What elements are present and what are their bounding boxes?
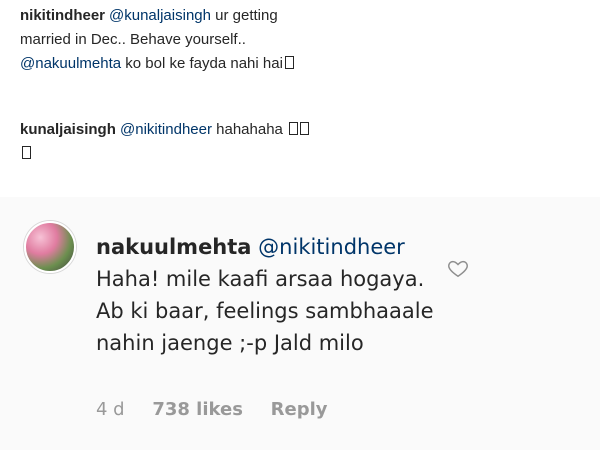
reply-body: nakuulmehta @nikitindheer Haha! mile kaa… bbox=[96, 231, 436, 359]
mention-link[interactable]: @kunaljaisingh bbox=[109, 7, 211, 24]
heart-icon[interactable] bbox=[447, 257, 469, 279]
comment-nikitindheer: nikitindheer @kunaljaisingh ur getting ma… bbox=[20, 4, 580, 76]
missing-glyph-icon bbox=[22, 146, 31, 159]
reply-button[interactable]: Reply bbox=[271, 399, 328, 420]
missing-glyph-icon bbox=[289, 122, 299, 135]
avatar[interactable] bbox=[24, 221, 76, 273]
reply-text-line: Haha! mile kaafi arsaa hogaya. bbox=[96, 267, 425, 291]
comment-username[interactable]: kunaljaisingh bbox=[20, 121, 116, 138]
reply-text-line: nahin jaenge ;-p Jald milo bbox=[96, 331, 364, 355]
missing-glyph-icon bbox=[284, 56, 294, 69]
comment-kunaljaisingh: kunaljaisingh @nikitindheer hahahaha bbox=[20, 118, 580, 166]
comment-text: married in Dec.. Behave yourself.. bbox=[20, 31, 246, 48]
mention-link[interactable]: @nakuulmehta bbox=[20, 55, 121, 72]
reply-username[interactable]: nakuulmehta bbox=[96, 235, 251, 259]
likes-count[interactable]: 738 likes bbox=[152, 399, 243, 420]
comment-text: ko bol ke fayda nahi hai bbox=[125, 55, 283, 72]
comment-text: hahahaha bbox=[216, 121, 283, 138]
reply-meta: 4 d 738 likes Reply bbox=[96, 399, 350, 420]
comment-username[interactable]: nikitindheer bbox=[20, 7, 105, 24]
mention-link[interactable]: @nikitindheer bbox=[120, 121, 212, 138]
missing-glyph-icon bbox=[300, 122, 310, 135]
reply-comment: nakuulmehta @nikitindheer Haha! mile kaa… bbox=[0, 197, 600, 450]
reply-text-line: Ab ki baar, feelings sambhaaale bbox=[96, 299, 434, 323]
comment-text: ur getting bbox=[215, 7, 278, 24]
mention-link[interactable]: @nikitindheer bbox=[258, 235, 405, 259]
timestamp: 4 d bbox=[96, 399, 125, 420]
